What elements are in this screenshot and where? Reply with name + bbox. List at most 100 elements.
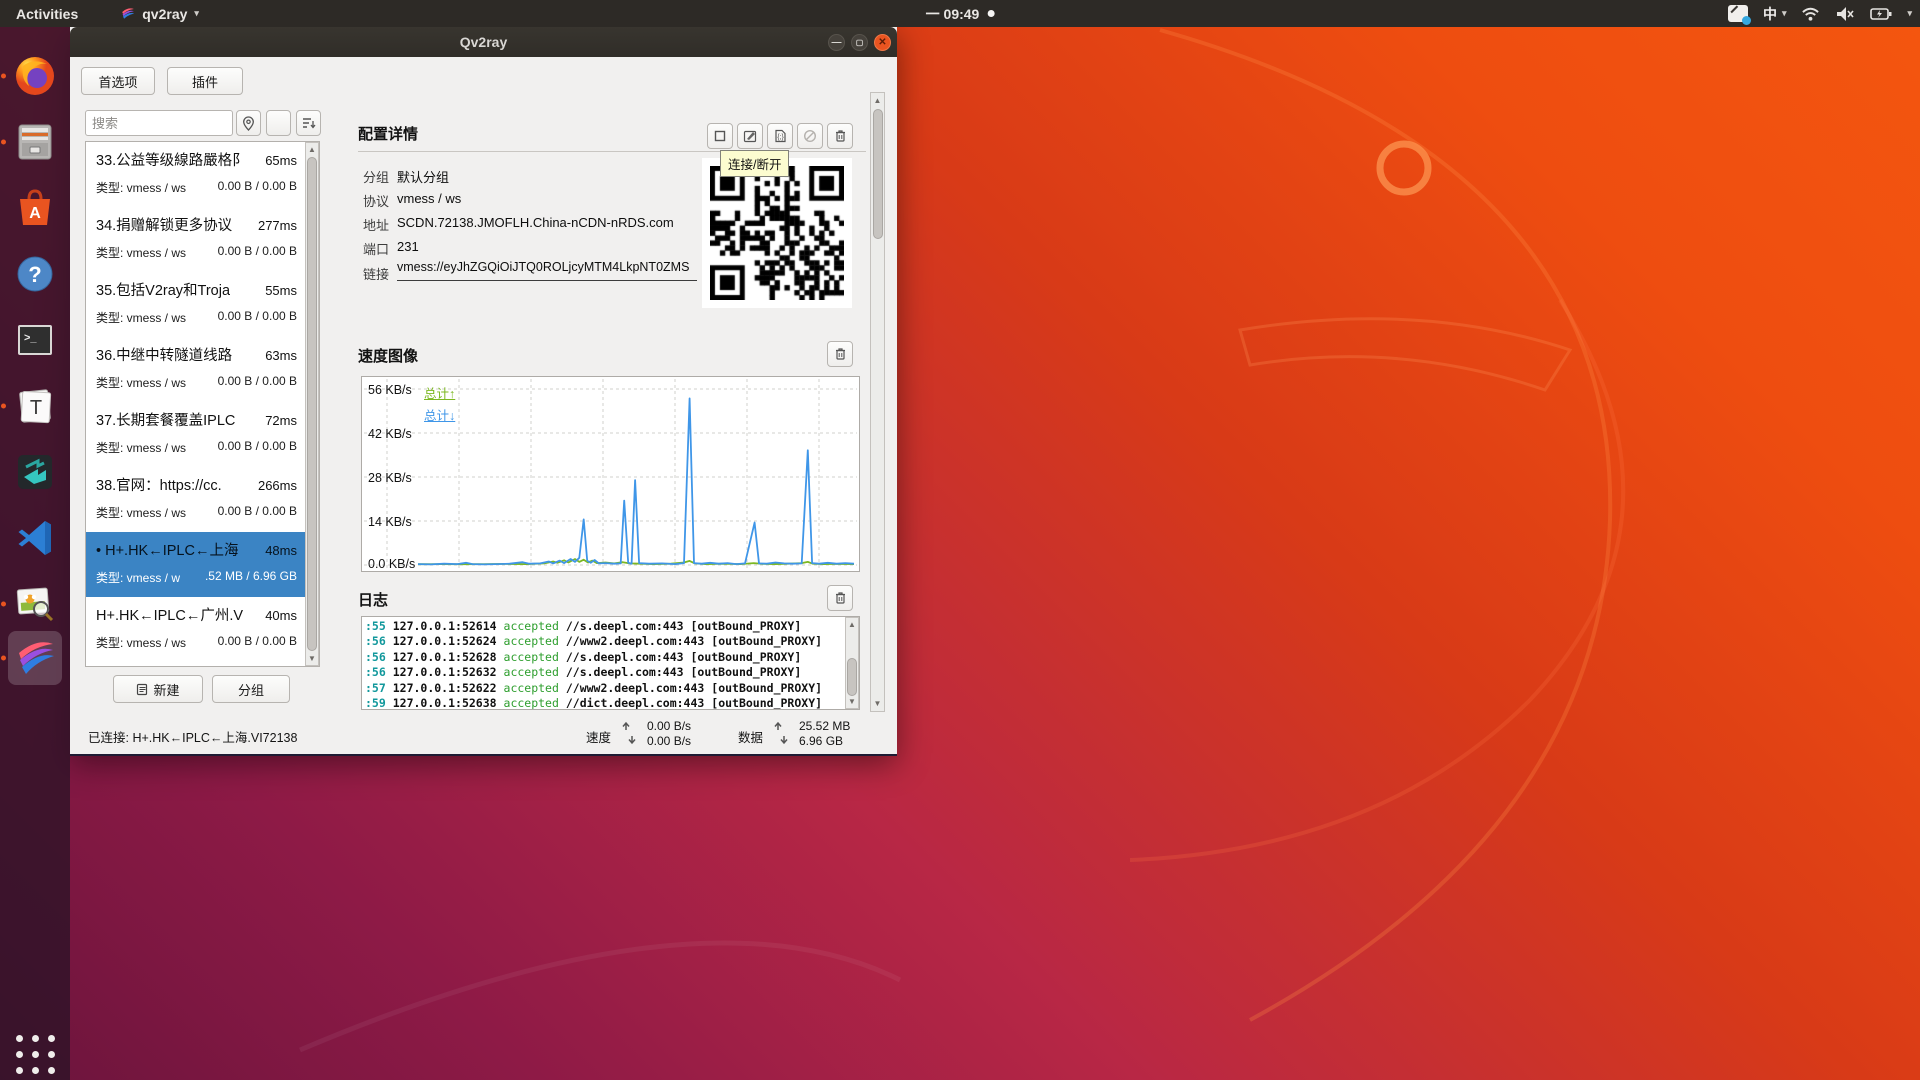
y-tick-42: 42 KB/s xyxy=(368,427,412,441)
group-button[interactable]: 分组 xyxy=(212,675,290,703)
dock-item-firefox[interactable] xyxy=(8,49,62,103)
running-indicator xyxy=(1,140,6,145)
legend-total-down[interactable]: 总计↓ xyxy=(424,405,455,424)
ubuntu-software-icon: A xyxy=(14,187,56,229)
location-ping-button[interactable] xyxy=(236,110,261,136)
show-applications-button[interactable] xyxy=(11,1030,59,1078)
dock-item-qv2ray[interactable] xyxy=(8,631,62,685)
scrollbar-thumb[interactable] xyxy=(873,109,883,239)
address-field-value: SCDN.72138.JMOFLH.China-nCDN-nRDS.com xyxy=(397,215,674,230)
log-lines: :55 127.0.0.1:52614 accepted //s.deepl.c… xyxy=(362,617,859,710)
clock[interactable]: 一 09:49 xyxy=(926,4,995,24)
scrollbar-thumb[interactable] xyxy=(307,157,317,651)
svg-text:T: T xyxy=(30,397,42,419)
dock-item-vscode[interactable] xyxy=(8,511,62,565)
y-tick-28: 28 KB/s xyxy=(368,471,412,485)
legend-total-up[interactable]: 总计↑ xyxy=(424,383,455,402)
sort-button[interactable] xyxy=(296,110,321,136)
scroll-down-icon[interactable]: ▼ xyxy=(306,654,318,663)
server-list-item[interactable]: 37.长期套餐覆盖IPLC72ms类型: vmess / ws0.00 B / … xyxy=(86,402,305,467)
server-list-item[interactable]: 38.官网：https://cc.266ms类型: vmess / ws0.00… xyxy=(86,467,305,532)
server-list-item[interactable]: 34.捐赠解锁更多协议277ms类型: vmess / ws0.00 B / 0… xyxy=(86,207,305,272)
status-bar: 已连接: H+.HK←IPLC←上海.VI72138 速度 0.00 B/s 0… xyxy=(70,711,897,756)
dock-item-ubuntu-software[interactable]: A xyxy=(8,181,62,235)
running-indicator xyxy=(1,602,6,607)
activities-label: Activities xyxy=(16,6,78,22)
test-latency-button[interactable] xyxy=(797,123,823,149)
system-menu-caret-icon[interactable]: ▾ xyxy=(1907,8,1912,19)
server-type: 类型: vmess / ws xyxy=(96,179,186,196)
data-label: 数据 xyxy=(738,727,763,746)
link-field-label: 链接 xyxy=(363,264,389,283)
clear-log-button[interactable] xyxy=(827,585,853,611)
main-scrollbar[interactable]: ▲ ▼ xyxy=(870,92,885,712)
app-menu[interactable]: qv2ray ▾ xyxy=(116,0,203,27)
edit-config-button[interactable] xyxy=(737,123,763,149)
maximize-button[interactable]: ▢ xyxy=(851,34,868,51)
up-down-arrows-icon xyxy=(620,720,638,746)
input-method-menu[interactable]: 中 ▾ xyxy=(1763,4,1787,24)
blocked-circle-icon xyxy=(803,129,817,143)
server-type: 类型: vmess / ws xyxy=(96,309,186,326)
speed-up-value: 0.00 B/s xyxy=(647,719,691,734)
server-name: H+.HK←IPLC←广州.V xyxy=(96,604,243,625)
plugins-button[interactable]: 插件 xyxy=(167,67,243,95)
speed-down-value: 0.00 B/s xyxy=(647,734,691,749)
connect-disconnect-button[interactable] xyxy=(707,123,733,149)
group-field-value: 默认分组 xyxy=(397,167,449,186)
log-scrollbar[interactable]: ▲ ▼ xyxy=(845,617,859,709)
server-list-item[interactable]: 33.公益等级線路嚴格阝65ms类型: vmess / ws0.00 B / 0… xyxy=(86,142,305,207)
divider xyxy=(358,151,866,152)
sort-icon xyxy=(302,117,316,129)
edit-json-button[interactable]: {;} xyxy=(767,123,793,149)
scrollbar-thumb[interactable] xyxy=(847,658,857,696)
location-pin-icon xyxy=(242,116,255,131)
svg-text:{;}: {;} xyxy=(777,134,784,141)
dock-item-file-manager[interactable] xyxy=(8,115,62,169)
scroll-up-icon[interactable]: ▲ xyxy=(846,620,858,629)
scroll-down-icon[interactable]: ▼ xyxy=(871,699,884,708)
wifi-icon[interactable] xyxy=(1801,6,1820,22)
clear-chart-button[interactable] xyxy=(827,341,853,367)
trash-icon xyxy=(834,591,847,605)
server-list-item[interactable]: 35.包括V2ray和Troja55ms类型: vmess / ws0.00 B… xyxy=(86,272,305,337)
log-line: :56 127.0.0.1:52632 accepted //s.deepl.c… xyxy=(362,665,859,680)
firefox-icon xyxy=(13,54,57,98)
scroll-down-icon[interactable]: ▼ xyxy=(846,697,858,706)
speed-chart-title: 速度图像 xyxy=(358,345,418,366)
preferences-button[interactable]: 首选项 xyxy=(81,67,155,95)
window-titlebar[interactable]: Qv2ray — ▢ ✕ xyxy=(70,27,897,57)
server-data: 0.00 B / 0.00 B xyxy=(218,439,297,456)
server-list-scrollbar[interactable]: ▲ ▼ xyxy=(305,142,319,666)
y-tick-56: 56 KB/s xyxy=(368,383,412,397)
server-name: 36.中继中转隧道线路 xyxy=(96,344,232,365)
close-button[interactable]: ✕ xyxy=(874,34,891,51)
dock-item-text-editor[interactable]: T xyxy=(8,379,62,433)
server-list-item[interactable]: H+.HK←IPLC← xyxy=(86,662,305,667)
delete-config-button[interactable] xyxy=(827,123,853,149)
new-config-button[interactable]: 新建 xyxy=(113,675,203,703)
search-input[interactable] xyxy=(85,110,233,136)
qr-code xyxy=(702,158,852,308)
clear-search-button[interactable] xyxy=(266,110,291,136)
dock-item-terminal[interactable]: >_ xyxy=(8,313,62,367)
server-list-item[interactable]: 36.中继中转隧道线路63ms类型: vmess / ws0.00 B / 0.… xyxy=(86,337,305,402)
scroll-up-icon[interactable]: ▲ xyxy=(871,96,884,105)
battery-icon[interactable] xyxy=(1870,7,1892,21)
server-list-item[interactable]: H+.HK←IPLC←广州.V40ms类型: vmess / ws0.00 B … xyxy=(86,597,305,662)
activities-button[interactable]: Activities xyxy=(12,0,82,27)
dock-item-remmina[interactable] xyxy=(8,445,62,499)
server-type: 类型: vmess / ws xyxy=(96,634,186,651)
screenshot-indicator-icon[interactable] xyxy=(1728,5,1748,22)
volume-muted-icon[interactable] xyxy=(1835,6,1855,22)
dock-item-image-viewer[interactable] xyxy=(8,577,62,631)
svg-text:>_: >_ xyxy=(24,332,37,344)
scroll-up-icon[interactable]: ▲ xyxy=(306,145,318,154)
minimize-button[interactable]: — xyxy=(828,34,845,51)
link-field-input[interactable]: vmess://eyJhZGQiOiJTQ0ROLjcyMTM4LkpNT0ZM… xyxy=(397,260,697,281)
vscode-icon xyxy=(15,518,55,558)
notification-dot xyxy=(987,10,994,17)
dock-item-help[interactable]: ? xyxy=(8,247,62,301)
server-list-item[interactable]: • H+.HK←IPLC←上海48ms类型: vmess / w.52 MB /… xyxy=(86,532,305,597)
remmina-icon xyxy=(14,451,56,493)
